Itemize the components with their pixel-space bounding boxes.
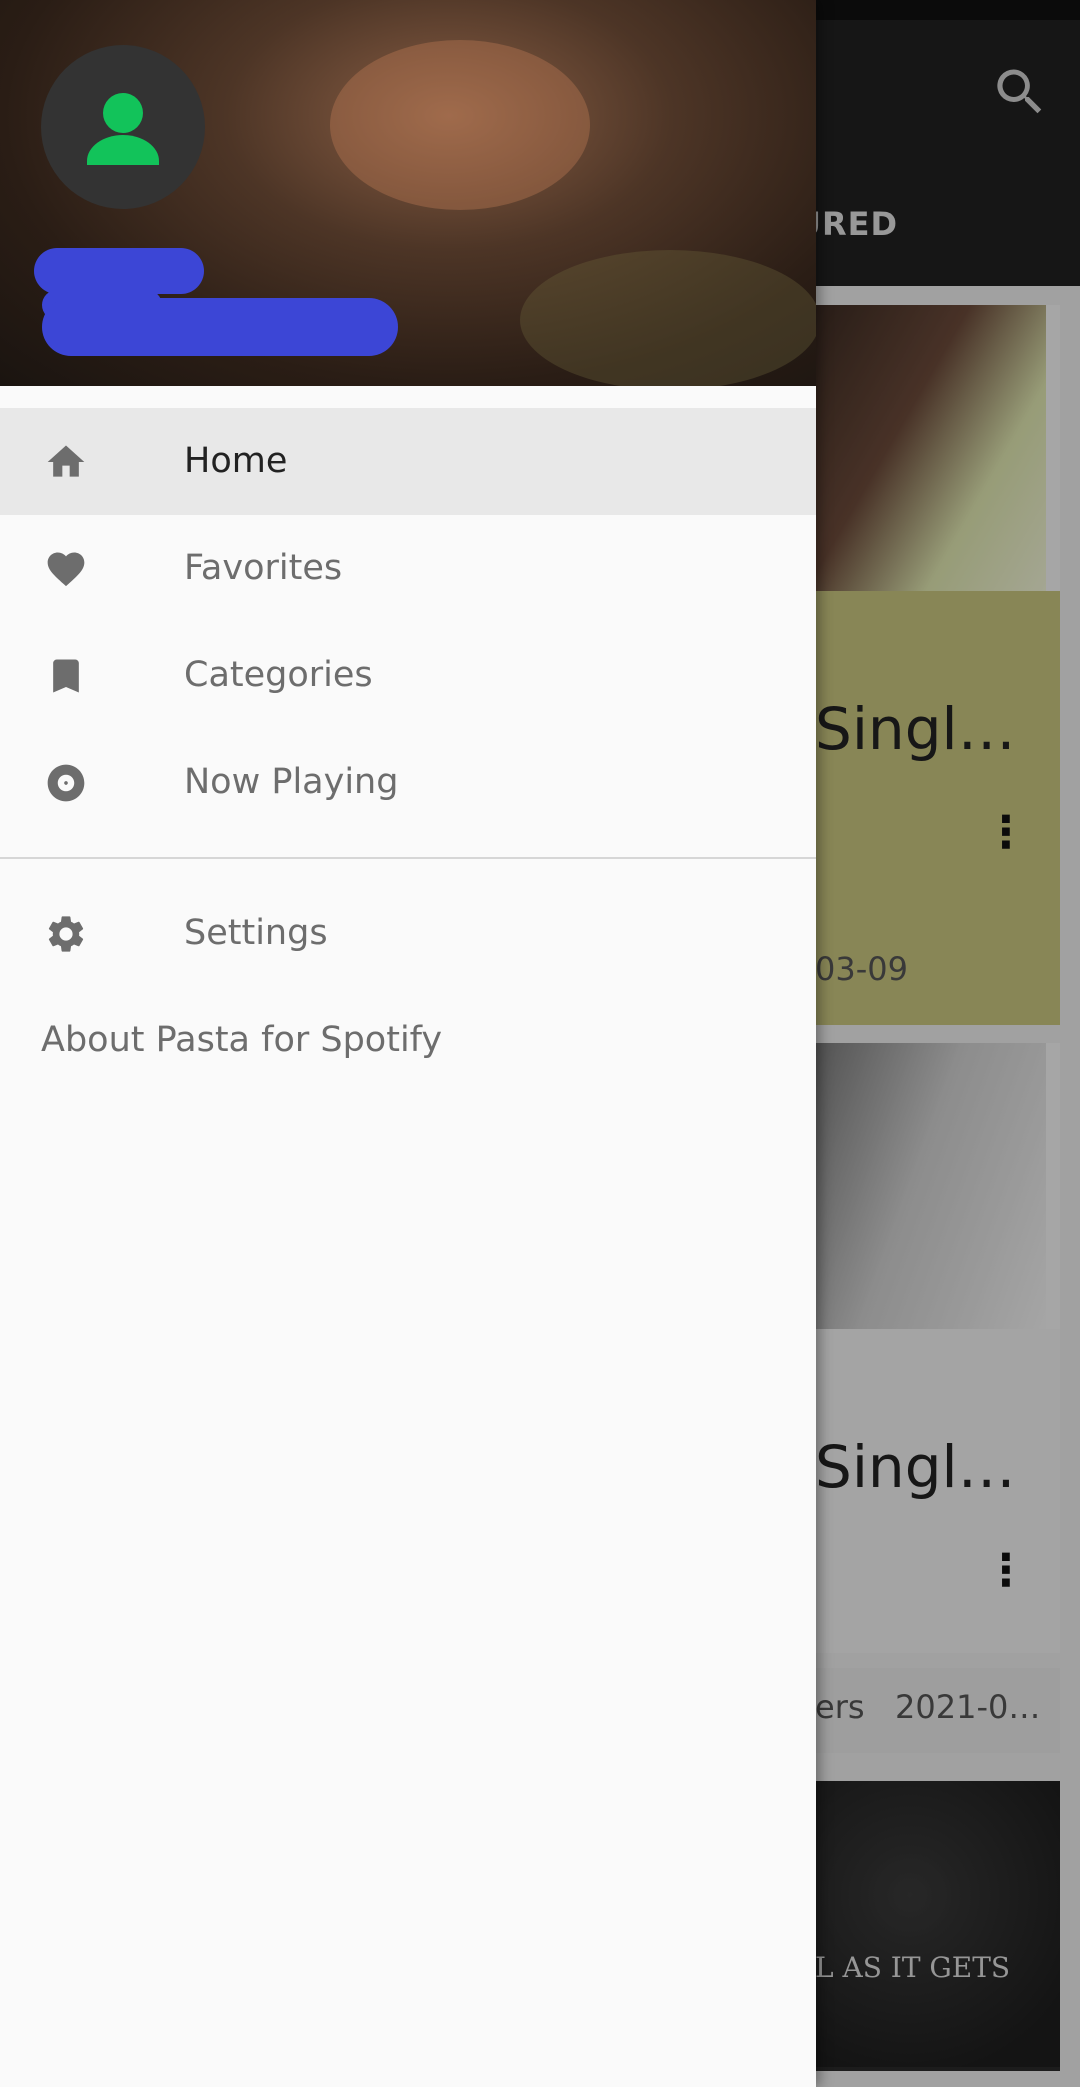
menu-label: Settings	[184, 913, 328, 953]
menu-item-favorites[interactable]: Favorites	[0, 515, 816, 622]
bookmark-icon	[53, 659, 79, 693]
menu-label: Favorites	[184, 548, 343, 588]
redacted-username	[34, 248, 204, 294]
heart-icon	[47, 552, 85, 587]
about-link[interactable]: About Pasta for Spotify	[41, 1015, 442, 1065]
menu-divider	[0, 857, 816, 859]
menu-item-home[interactable]: Home	[0, 408, 816, 515]
menu-item-settings[interactable]: Settings	[0, 880, 816, 987]
gear-icon	[48, 916, 84, 952]
navigation-drawer: Home Favorites Categories Now Playing Se…	[0, 0, 816, 2087]
avatar[interactable]	[41, 45, 205, 209]
menu-label: Now Playing	[184, 762, 399, 802]
redacted-email	[42, 298, 398, 356]
home-icon	[47, 445, 85, 477]
menu-item-categories[interactable]: Categories	[0, 622, 816, 729]
menu-label: Categories	[184, 655, 373, 695]
disc-icon	[47, 764, 85, 802]
drawer-menu: Home Favorites Categories Now Playing	[0, 408, 816, 836]
menu-item-now-playing[interactable]: Now Playing	[0, 729, 816, 836]
person-icon	[87, 93, 159, 165]
drawer-header	[0, 0, 816, 386]
menu-label: Home	[184, 441, 288, 481]
